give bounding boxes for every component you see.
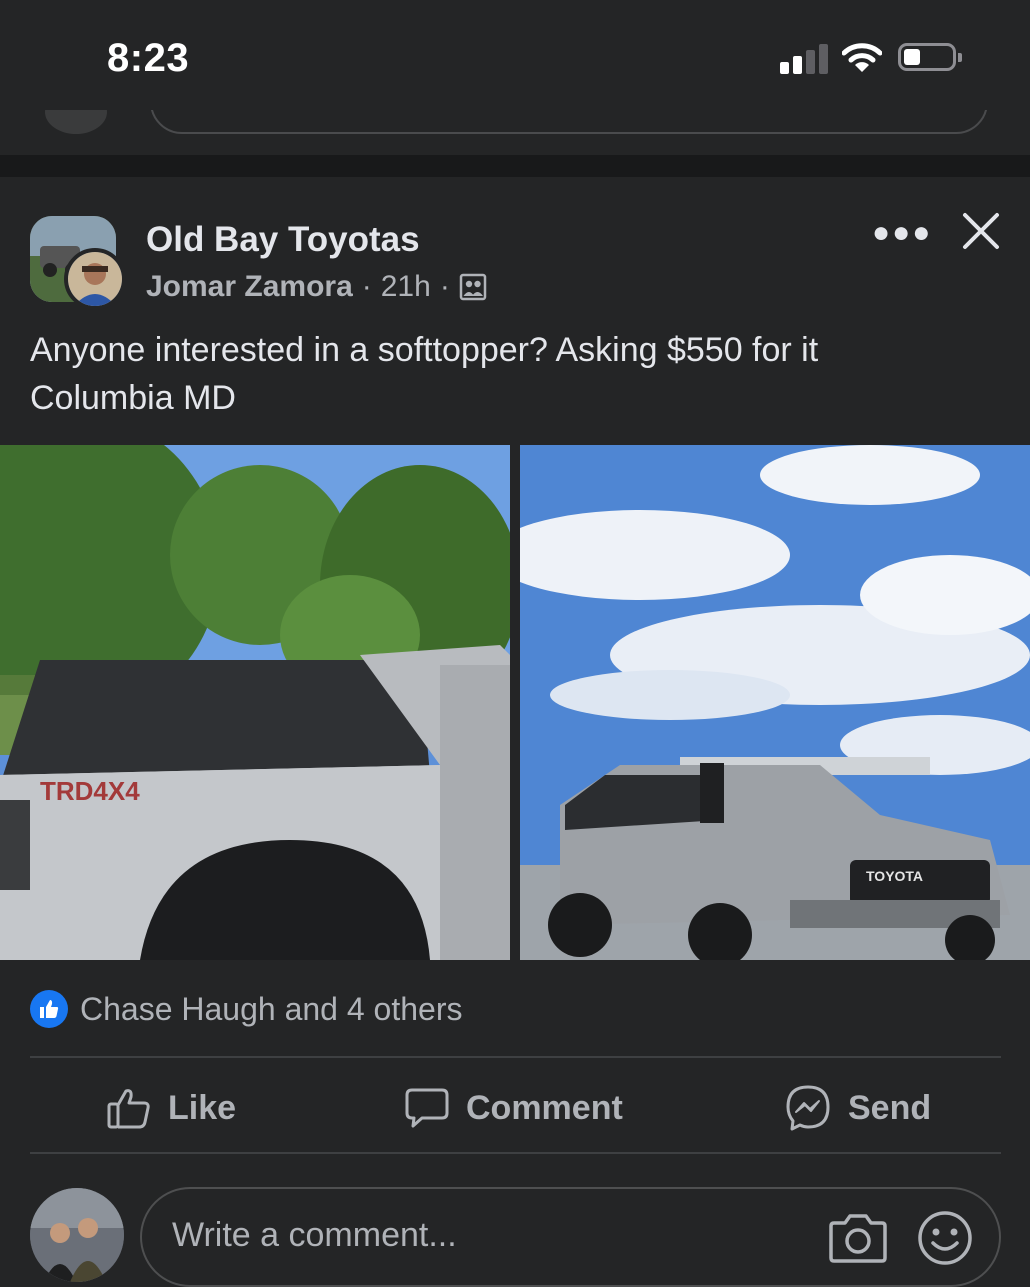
emoji-icon[interactable] <box>916 1209 974 1267</box>
like-reaction-icon <box>30 990 68 1028</box>
group-name[interactable]: Old Bay Toyotas <box>146 220 420 260</box>
author-name[interactable]: Jomar Zamora <box>146 270 353 304</box>
reactions-text: Chase Haugh and 4 others <box>80 990 463 1027</box>
comment-placeholder: Write a comment... <box>172 1216 457 1254</box>
svg-text:TOYOTA: TOYOTA <box>866 868 923 884</box>
comment-button[interactable]: Comment <box>404 1080 623 1136</box>
battery-icon <box>898 43 962 71</box>
post-photo-2[interactable]: TOYOTA <box>520 445 1030 960</box>
meta-separator: · <box>361 270 372 303</box>
status-time: 8:23 <box>107 36 190 80</box>
camera-icon[interactable] <box>828 1211 888 1265</box>
comment-input[interactable]: Write a comment... <box>140 1187 1001 1287</box>
previous-comment-input[interactable] <box>150 110 988 134</box>
feed-divider <box>0 155 1030 177</box>
meta-separator-2: · <box>439 270 450 303</box>
more-options-icon[interactable]: ●●● <box>872 216 932 250</box>
previous-avatar <box>45 110 107 134</box>
post-text-line-2: Columbia MD <box>30 379 236 417</box>
post-photo-1[interactable]: TRD4X4 <box>0 445 510 960</box>
send-button[interactable]: Send <box>784 1080 931 1136</box>
status-bar: 8:23 <box>0 0 1030 120</box>
post-text: Anyone interested in a softtopper? Askin… <box>30 326 990 422</box>
post-meta: Jomar Zamora · 21h · <box>146 270 487 304</box>
group-members-icon <box>459 273 487 301</box>
send-label: Send <box>848 1088 932 1127</box>
like-button[interactable]: Like <box>106 1080 236 1136</box>
svg-text:TRD4X4: TRD4X4 <box>40 776 140 806</box>
like-icon <box>107 1089 150 1129</box>
cellular-signal-icon <box>780 44 828 74</box>
reactions-divider <box>30 1056 1001 1058</box>
post-text-line-1: Anyone interested in a softtopper? Askin… <box>30 331 819 369</box>
reactions-summary[interactable]: Chase Haugh and 4 others <box>30 990 462 1028</box>
close-icon[interactable] <box>962 212 1000 250</box>
like-label: Like <box>168 1088 237 1127</box>
messenger-icon <box>786 1085 830 1131</box>
current-user-avatar <box>30 1188 124 1282</box>
wifi-icon <box>842 43 882 72</box>
actions-divider <box>30 1152 1001 1154</box>
post-time[interactable]: 21h <box>381 270 431 304</box>
comment-icon <box>405 1088 449 1128</box>
comment-label: Comment <box>466 1088 623 1127</box>
previous-post-footer <box>0 110 1030 155</box>
author-avatar[interactable] <box>64 248 126 310</box>
